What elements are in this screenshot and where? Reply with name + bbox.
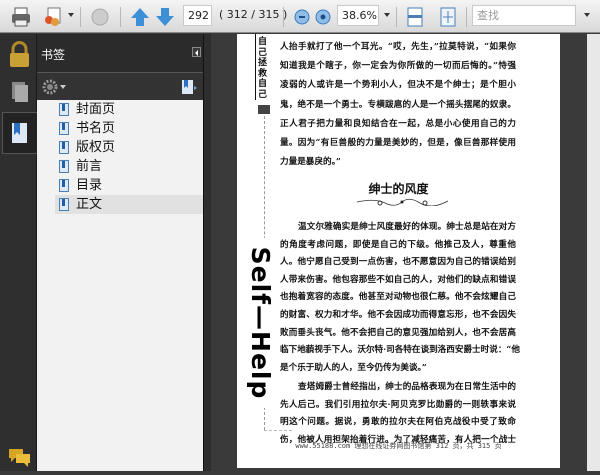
bookmark-panel-icon	[12, 123, 27, 143]
side-rule	[255, 34, 256, 100]
vertical-scrollbar[interactable]	[587, 34, 600, 471]
gear-icon[interactable]	[41, 78, 59, 96]
separator	[120, 7, 121, 27]
section-heading: 绅士的风度	[368, 182, 429, 196]
text-line: 人。他宁愿自己受到一点伤害，也不愿意因为自己的错误给别	[280, 257, 516, 268]
text-line: 查塔姆爵士曾经指出，绅士的品格表现为在日常生活中的	[298, 382, 516, 392]
bookmark-icon	[59, 141, 69, 154]
dashed-rule	[264, 430, 292, 431]
text-line: 明这个问题。据说，勇敢的拉尔夫在阿伯克战役中受了致命	[280, 417, 516, 428]
zoom-dropdown-icon[interactable]	[384, 13, 390, 17]
bookmark-icon	[59, 103, 69, 116]
print-icon[interactable]	[10, 6, 32, 28]
bookmarks-header: 书签	[37, 34, 203, 72]
collapse-panel-button[interactable]	[192, 47, 201, 57]
panel-splitter[interactable]	[203, 34, 211, 471]
separator	[283, 7, 284, 27]
bookmark-item[interactable]: 书名页	[55, 119, 203, 138]
page-footer: www.55188.com 理想在线证券网图书馆第 312 页，共 315 页	[295, 442, 502, 450]
next-page-icon[interactable]	[154, 6, 176, 28]
chevron-left-icon	[195, 50, 198, 56]
share-dropdown-icon[interactable]	[68, 13, 74, 17]
bookmark-icon	[59, 198, 69, 211]
bookmarks-panel: 书签 封面页 书名页 版权页 前言 目录 正文	[37, 34, 203, 471]
text-line: 的角度考虑问题，即使是自己的下级。他推己及人，尊重他	[280, 239, 516, 250]
share-icon[interactable]	[42, 6, 64, 28]
globe-icon	[91, 8, 109, 26]
text-line: 是个乐于助人的人，至今仍传为美谈。”	[280, 362, 427, 373]
text-line: 量。因为“有巨兽般的力量是美妙的，但是，像巨兽那样使用	[280, 138, 516, 148]
bookmarks-toolbar	[37, 72, 203, 100]
bookmark-icon	[59, 179, 69, 192]
side-english-title: Self—Help	[246, 238, 275, 408]
bookmarks-list: 封面页 书名页 版权页 前言 目录 正文	[37, 100, 203, 471]
bookmark-item[interactable]: 目录	[55, 176, 203, 195]
text-line: 败而垂头丧气。他不会把自己的意见强加给别人，也不会居高	[280, 327, 516, 338]
text-line: 凌弱的人或许是一个势利小人，但决不是个绅士；是个胆小	[280, 80, 516, 91]
text-line: 临下地藐视手下人。沃尔特·司各特在谈到洛西安爵士时说：“他	[280, 345, 520, 356]
page-count: ( 312 / 315 )	[219, 8, 288, 21]
text-line: 先人后己。我们引用拉尔夫·阿贝克罗比勋爵的一则轶事来说	[280, 399, 516, 410]
options-dropdown-icon[interactable]	[60, 85, 66, 89]
lock-icon[interactable]	[3, 38, 36, 74]
comment-icon[interactable]	[3, 439, 36, 475]
bookmark-item-selected[interactable]: 正文	[55, 195, 203, 214]
text-line: 也抱着宽容的态度。他甚至对动物也很仁慈。他不会炫耀自己	[280, 292, 516, 303]
side-mark	[258, 105, 270, 114]
separator	[396, 7, 397, 27]
bookmarks-title: 书签	[41, 48, 66, 62]
text-line: 温文尔雅确实是绅士风度最好的体现。绅士总是站在对方	[298, 222, 516, 232]
separator	[466, 7, 467, 27]
bookmark-icon	[59, 160, 69, 173]
zoom-in-icon[interactable]	[312, 6, 334, 28]
document-page: 自己拯救自己 Self—Help 人抬手就打了他一个耳光。“哎，先生，”拉莫特说…	[237, 34, 560, 468]
bookmark-item[interactable]: 版权页	[55, 138, 203, 157]
heading-ornament	[356, 198, 449, 206]
text-line: 鬼，绝不是一个勇士。专横跋扈的人是一个摇头摆尾的奴隶。	[280, 99, 516, 110]
text-line: 人带来伤害。他包容那些不如自己的人，对他们的缺点和错误	[280, 274, 516, 285]
text-line: 力量是暴戾的。”	[280, 157, 341, 168]
bookmark-item[interactable]: 封面页	[55, 100, 203, 119]
previous-page-icon[interactable]	[129, 6, 151, 28]
toolbar: 292 ( 312 / 315 ) 38.6% 查找	[0, 0, 600, 33]
search-input[interactable]: 查找	[472, 5, 576, 26]
new-bookmark-icon[interactable]	[180, 78, 198, 96]
pages-icon[interactable]	[3, 74, 36, 110]
bookmark-icon	[59, 122, 69, 135]
text-line: 人抬手就打了他一个耳光。“哎，先生，”拉莫特说，“如果你	[280, 42, 516, 52]
bookmark-item[interactable]: 前言	[55, 157, 203, 176]
separator	[80, 7, 81, 27]
fit-width-icon[interactable]	[404, 6, 426, 28]
text-line: 知道我是个瞎子，你一定会为你所做的一切而后悔的。”恃强	[280, 61, 516, 72]
side-title: 自己拯救自己	[258, 37, 268, 100]
fit-page-icon[interactable]	[437, 6, 459, 28]
search-dropdown-icon[interactable]	[584, 13, 590, 17]
navigation-pane-strip	[0, 34, 37, 471]
zoom-input[interactable]: 38.6%	[337, 5, 379, 26]
text-line: 正人君子把力量和良知结合在一起，总是小心使用自己的力	[280, 118, 516, 129]
page-number-input[interactable]: 292	[183, 5, 212, 26]
text-line: 的财富、权力和才华。他不会因成功而得意忘形，也不会因失	[280, 310, 516, 320]
zoom-out-icon[interactable]	[291, 6, 313, 28]
bookmarks-tab[interactable]	[2, 112, 37, 154]
